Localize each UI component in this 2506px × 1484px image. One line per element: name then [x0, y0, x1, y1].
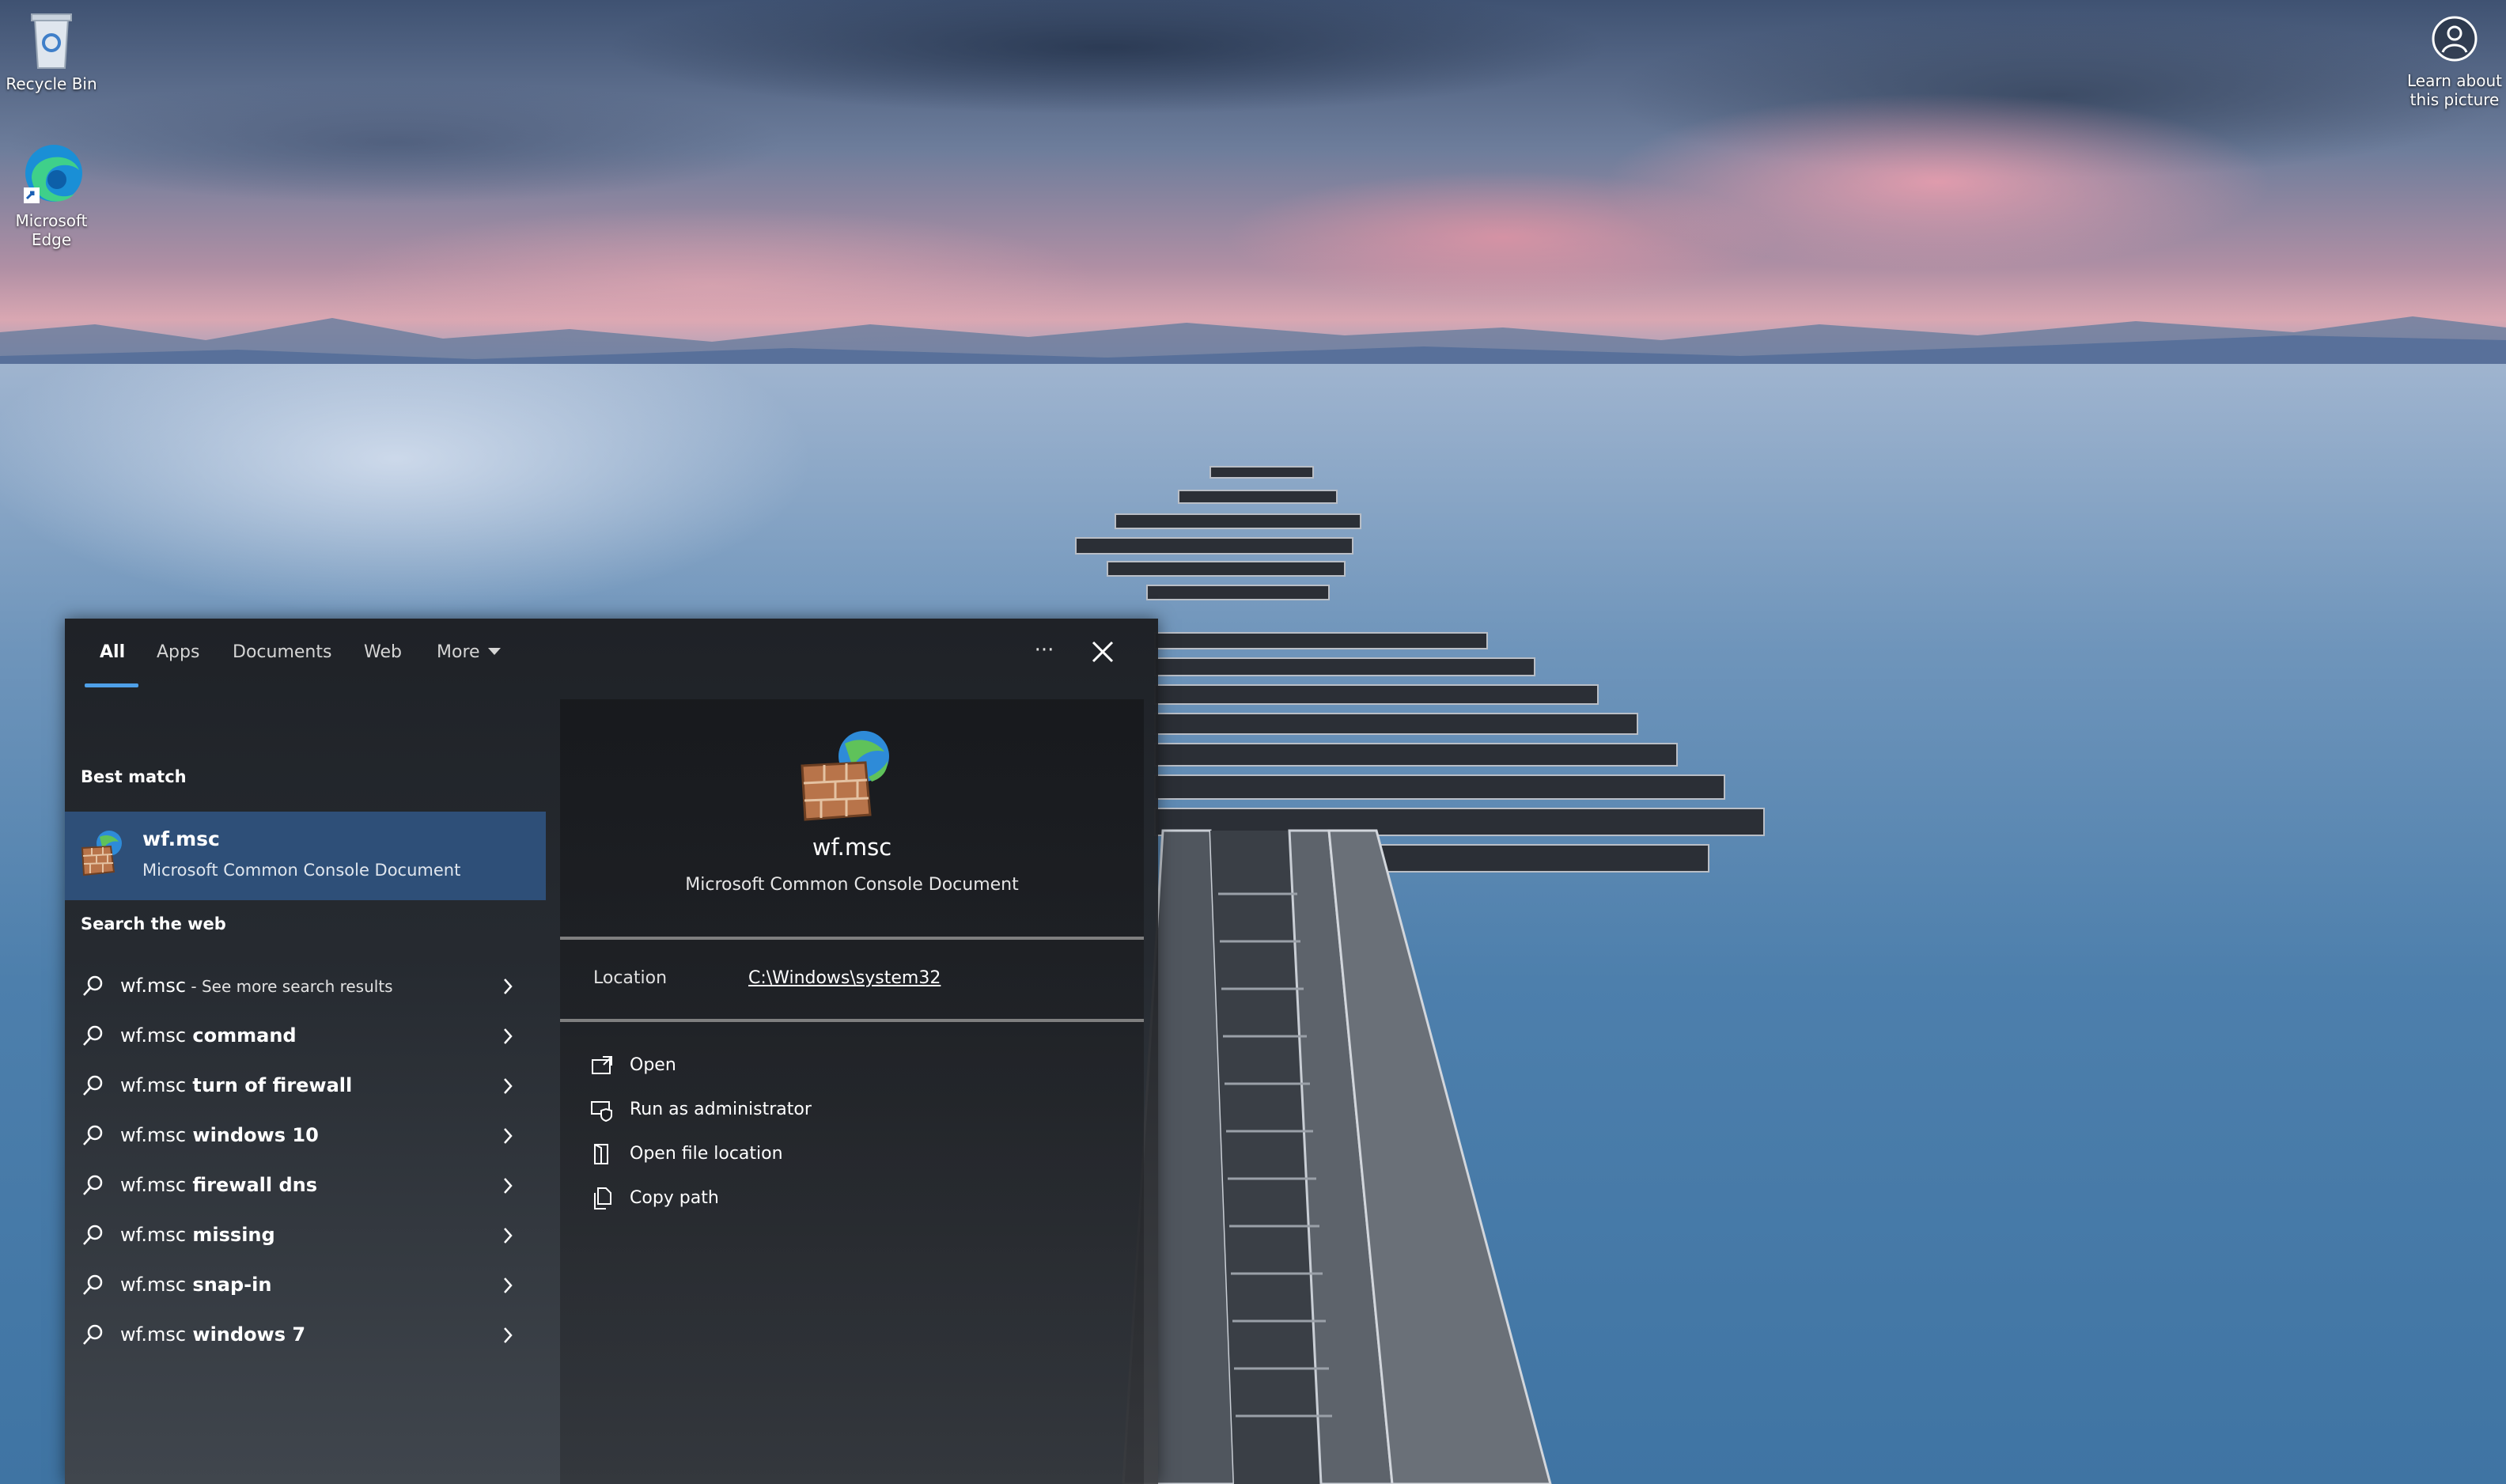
edge-icon — [24, 145, 82, 203]
action-run-as-administrator[interactable]: Run as administrator — [590, 1093, 986, 1128]
search-icon — [83, 1125, 103, 1145]
search-icon — [83, 1025, 103, 1046]
action-label: Copy path — [630, 1188, 719, 1208]
location-label: Location — [593, 968, 668, 988]
best-match-item[interactable]: wf.msc Microsoft Common Console Document — [65, 812, 546, 900]
chevron-right-icon — [504, 1078, 513, 1094]
web-result-suggestion: command — [186, 1024, 297, 1047]
preview-pane: wf.msc Microsoft Common Console Document… — [560, 699, 1144, 1484]
tab-more-label: More — [437, 642, 480, 662]
firewall-globe-icon — [81, 831, 122, 876]
search-web-heading: Search the web — [81, 914, 226, 933]
web-result-item[interactable]: wf.msc turn of firewall — [65, 1063, 546, 1111]
chevron-right-icon — [504, 1228, 513, 1244]
web-result-suggestion: windows 10 — [186, 1124, 319, 1146]
preview-subtitle: Microsoft Common Console Document — [685, 875, 1019, 895]
web-result-item[interactable]: wf.msc - See more search results — [65, 963, 546, 1011]
web-result-query: wf.msc — [120, 1074, 187, 1096]
chevron-right-icon — [504, 1278, 513, 1293]
web-result-hint: - See more search results — [186, 977, 393, 996]
web-result-item[interactable]: wf.msc snap-in — [65, 1263, 546, 1310]
file-location-icon — [594, 1144, 608, 1164]
best-match-title: wf.msc — [142, 827, 220, 850]
active-tab-indicator — [85, 683, 138, 687]
web-result-item[interactable]: wf.msc missing — [65, 1213, 546, 1260]
desktop-icon-label-line1: Microsoft — [15, 211, 88, 230]
search-icon — [83, 1075, 103, 1096]
chevron-down-icon — [487, 648, 501, 655]
location-link[interactable]: C:\Windows\system32 — [748, 968, 941, 988]
web-result-text: wf.msc windows 10 — [120, 1124, 319, 1146]
web-result-suggestion: windows 7 — [186, 1323, 306, 1346]
action-label: Open — [630, 1055, 676, 1075]
web-result-suggestion: missing — [186, 1224, 275, 1246]
web-result-suggestion: snap-in — [186, 1274, 272, 1296]
open-icon — [592, 1056, 612, 1074]
web-result-text: wf.msc missing — [120, 1224, 275, 1246]
web-result-query: wf.msc — [120, 1323, 187, 1346]
web-result-item[interactable]: wf.msc windows 7 — [65, 1312, 546, 1360]
action-copy-path[interactable]: Copy path — [590, 1182, 986, 1217]
search-icon — [83, 1324, 103, 1345]
web-result-query: wf.msc — [120, 1224, 187, 1246]
tab-web[interactable]: Web — [364, 642, 402, 662]
results-pane: Best match wf.msc Microsoft Common Conso… — [65, 695, 546, 1484]
tab-all[interactable]: All — [100, 642, 125, 662]
search-flyout: All Apps Documents Web More ··· Best mat… — [65, 619, 1158, 1484]
web-result-query: wf.msc — [120, 1174, 187, 1196]
learn-about-line2: this picture — [2409, 90, 2500, 109]
divider — [560, 937, 1144, 940]
search-icon — [83, 1175, 103, 1195]
desktop-icon-microsoft-edge[interactable]: Microsoft Edge — [0, 138, 103, 249]
best-match-subtitle: Microsoft Common Console Document — [142, 861, 461, 880]
action-label: Open file location — [630, 1144, 783, 1164]
tab-apps[interactable]: Apps — [157, 642, 199, 662]
web-result-text: wf.msc turn of firewall — [120, 1074, 352, 1096]
chevron-right-icon — [504, 1327, 513, 1343]
search-icon — [83, 975, 103, 996]
search-icon — [83, 1225, 103, 1245]
desktop-icon-label-line2: Edge — [31, 230, 72, 249]
wallpaper-pier — [1075, 466, 1765, 1484]
chevron-right-icon — [504, 1028, 513, 1044]
desktop-icon-label: Recycle Bin — [6, 74, 97, 93]
chevron-right-icon — [504, 1178, 513, 1194]
action-open[interactable]: Open — [590, 1049, 986, 1084]
search-icon — [83, 1274, 103, 1295]
web-result-item[interactable]: wf.msc windows 10 — [65, 1113, 546, 1160]
best-match-heading: Best match — [81, 767, 187, 786]
tab-more[interactable]: More — [437, 642, 501, 662]
web-result-query: wf.msc — [120, 1274, 187, 1296]
web-result-query: wf.msc — [120, 1024, 187, 1047]
web-result-text: wf.msc command — [120, 1024, 297, 1047]
camera-person-icon — [2432, 16, 2478, 62]
web-result-item[interactable]: wf.msc command — [65, 1013, 546, 1061]
desktop-icon-recycle-bin[interactable]: Recycle Bin — [0, 8, 103, 93]
web-result-text: wf.msc firewall dns — [120, 1174, 317, 1196]
web-result-text: wf.msc - See more search results — [120, 975, 393, 997]
recycle-bin-icon — [31, 13, 72, 69]
close-icon[interactable] — [1087, 636, 1119, 668]
web-result-query: wf.msc — [120, 975, 187, 997]
action-label: Run as administrator — [630, 1100, 812, 1119]
divider — [560, 1019, 1144, 1022]
web-result-text: wf.msc snap-in — [120, 1274, 271, 1296]
web-result-suggestion: firewall dns — [186, 1174, 318, 1196]
web-result-suggestion: turn of firewall — [186, 1074, 353, 1096]
shield-icon — [591, 1101, 612, 1122]
learn-about-picture-button[interactable]: Learn about this picture — [2403, 14, 2506, 109]
learn-about-line1: Learn about — [2407, 71, 2502, 90]
copy-icon — [594, 1187, 611, 1210]
preview-title: wf.msc — [812, 834, 892, 861]
firewall-globe-icon — [801, 731, 889, 821]
action-open-file-location[interactable]: Open file location — [590, 1138, 986, 1172]
tab-documents[interactable]: Documents — [233, 642, 331, 662]
search-tabs: All Apps Documents Web More ··· — [65, 619, 1158, 695]
chevron-right-icon — [504, 1128, 513, 1144]
web-result-item[interactable]: wf.msc firewall dns — [65, 1163, 546, 1210]
web-result-text: wf.msc windows 7 — [120, 1323, 305, 1346]
chevron-right-icon — [504, 979, 513, 994]
web-result-query: wf.msc — [120, 1124, 187, 1146]
more-options-button[interactable]: ··· — [1028, 636, 1060, 668]
